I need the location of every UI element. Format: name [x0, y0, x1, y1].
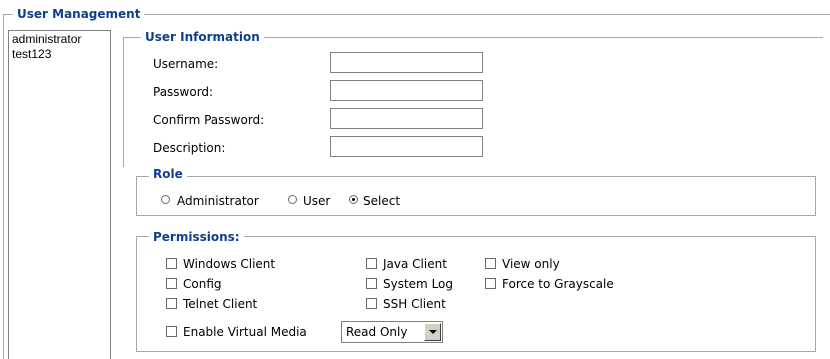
- role-user-label[interactable]: User: [303, 194, 330, 208]
- permissions-title: Permissions:: [149, 230, 244, 244]
- view-only-checkbox[interactable]: [485, 258, 496, 269]
- confirm-password-label: Confirm Password:: [153, 113, 265, 127]
- config-label[interactable]: Config: [183, 277, 222, 291]
- confirm-password-input[interactable]: [330, 108, 483, 129]
- config-checkbox[interactable]: [166, 278, 177, 289]
- windows-client-checkbox[interactable]: [166, 258, 177, 269]
- java-client-checkbox[interactable]: [366, 258, 377, 269]
- username-label: Username:: [153, 57, 219, 71]
- description-input[interactable]: [330, 136, 483, 157]
- force-to-grayscale-label[interactable]: Force to Grayscale: [502, 277, 614, 291]
- enable-virtual-media-checkbox[interactable]: [166, 326, 177, 337]
- windows-client-label[interactable]: Windows Client: [183, 257, 275, 271]
- role-administrator-radio[interactable]: [161, 195, 170, 204]
- password-input[interactable]: [330, 80, 483, 101]
- user-list-item-test123[interactable]: test123: [12, 47, 110, 62]
- telnet-client-checkbox[interactable]: [166, 298, 177, 309]
- role-select-label[interactable]: Select: [363, 194, 400, 208]
- user-list-item-administrator[interactable]: administrator: [12, 32, 110, 47]
- role-user-radio[interactable]: [288, 195, 297, 204]
- telnet-client-label[interactable]: Telnet Client: [183, 297, 257, 311]
- user-management-title: User Management: [13, 7, 145, 21]
- enable-virtual-media-label[interactable]: Enable Virtual Media: [183, 325, 307, 339]
- role-title: Role: [149, 167, 187, 181]
- role-select-radio[interactable]: [349, 195, 358, 204]
- password-label: Password:: [153, 85, 214, 99]
- view-only-label[interactable]: View only: [502, 257, 560, 271]
- virtual-media-mode-value: Read Only: [346, 325, 408, 339]
- ssh-client-label[interactable]: SSH Client: [383, 297, 446, 311]
- system-log-label[interactable]: System Log: [383, 277, 453, 291]
- system-log-checkbox[interactable]: [366, 278, 377, 289]
- user-information-title: User Information: [141, 30, 264, 44]
- java-client-label[interactable]: Java Client: [383, 257, 447, 271]
- virtual-media-mode-select[interactable]: Read Only: [341, 321, 443, 343]
- force-to-grayscale-checkbox[interactable]: [485, 278, 496, 289]
- ssh-client-checkbox[interactable]: [366, 298, 377, 309]
- chevron-down-icon[interactable]: [424, 323, 441, 341]
- role-administrator-label[interactable]: Administrator: [177, 194, 259, 208]
- description-label: Description:: [153, 141, 226, 155]
- username-input[interactable]: [330, 52, 483, 73]
- user-list[interactable]: administrator test123: [8, 30, 111, 359]
